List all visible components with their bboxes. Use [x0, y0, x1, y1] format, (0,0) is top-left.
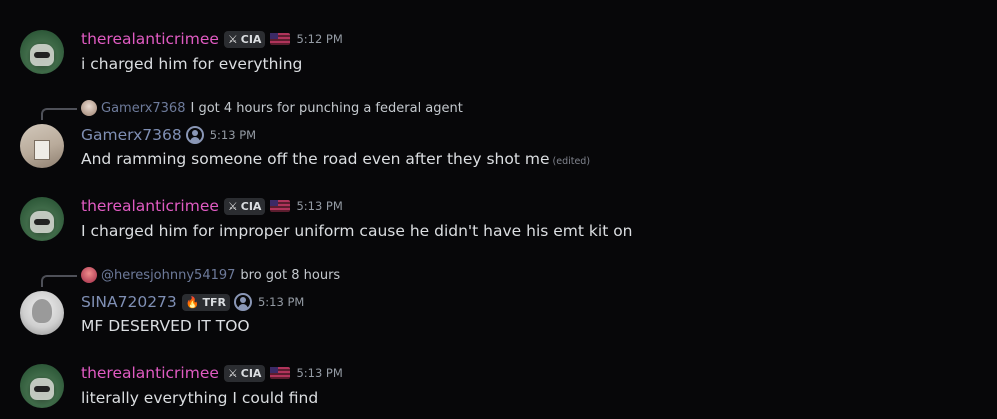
flag-icon [270, 367, 291, 379]
timestamp[interactable]: 5:13 PM [296, 366, 342, 380]
avatar[interactable] [20, 291, 64, 335]
message-content: MF DESERVED IT TOO [81, 317, 250, 335]
reply-text[interactable]: I got 4 hours for punching a federal age… [190, 101, 462, 116]
message-header: therealanticrimee ⚔ CIA 5:13 PM [81, 363, 343, 383]
reply-avatar [81, 100, 97, 116]
sword-icon: ⚔ [227, 32, 238, 46]
server-tag-label: TFR [202, 295, 226, 309]
timestamp[interactable]: 5:12 PM [296, 32, 342, 46]
username[interactable]: Gamerx7368 [81, 125, 182, 145]
username[interactable]: therealanticrimee [81, 363, 219, 383]
server-tag-label: CIA [240, 366, 262, 380]
message-header: SINA720273 🔥 TFR 5:13 PM [81, 292, 304, 312]
message-content: i charged him for everything [81, 55, 303, 73]
profile-badge-icon [185, 126, 204, 144]
reply-spine [41, 108, 77, 120]
sword-icon: ⚔ [227, 366, 238, 380]
message-content: literally everything I could find [81, 389, 319, 407]
username[interactable]: SINA720273 [81, 292, 177, 312]
reply-username[interactable]: Gamerx7368 [101, 101, 185, 116]
reply-spine [41, 275, 77, 287]
server-tag-label: CIA [240, 32, 262, 46]
server-tag[interactable]: ⚔ CIA [223, 197, 266, 215]
message-text: And ramming someone off the road even af… [81, 150, 550, 168]
avatar[interactable] [20, 124, 64, 168]
message-content: And ramming someone off the road even af… [81, 148, 590, 173]
avatar[interactable] [20, 364, 64, 408]
server-tag[interactable]: ⚔ CIA [223, 30, 266, 48]
username[interactable]: therealanticrimee [81, 196, 219, 216]
reply-preview[interactable]: @heresjohnny54197 bro got 8 hours [81, 267, 340, 283]
message-header: therealanticrimee ⚔ CIA 5:13 PM [81, 196, 343, 216]
chat-message-list: therealanticrimee ⚔ CIA 5:12 PM i charge… [0, 0, 997, 419]
timestamp[interactable]: 5:13 PM [210, 128, 256, 142]
message-header: Gamerx7368 5:13 PM [81, 125, 256, 145]
message-content: I charged him for improper uniform cause… [81, 222, 633, 240]
server-tag-label: CIA [240, 199, 262, 213]
avatar[interactable] [20, 197, 64, 241]
reply-avatar [81, 267, 97, 283]
username[interactable]: therealanticrimee [81, 29, 219, 49]
reply-username[interactable]: @heresjohnny54197 [101, 268, 235, 283]
server-tag[interactable]: 🔥 TFR [181, 293, 230, 311]
timestamp[interactable]: 5:13 PM [258, 295, 304, 309]
timestamp[interactable]: 5:13 PM [296, 199, 342, 213]
edited-label: (edited) [552, 156, 591, 167]
flag-icon [270, 33, 291, 45]
flame-icon: 🔥 [185, 295, 200, 309]
sword-icon: ⚔ [227, 199, 238, 213]
message-header: therealanticrimee ⚔ CIA 5:12 PM [81, 29, 343, 49]
server-tag[interactable]: ⚔ CIA [223, 364, 266, 382]
profile-badge-icon [233, 293, 252, 311]
reply-preview[interactable]: Gamerx7368 I got 4 hours for punching a … [81, 100, 463, 116]
flag-icon [270, 200, 291, 212]
reply-text[interactable]: bro got 8 hours [240, 268, 340, 283]
avatar[interactable] [20, 30, 64, 74]
